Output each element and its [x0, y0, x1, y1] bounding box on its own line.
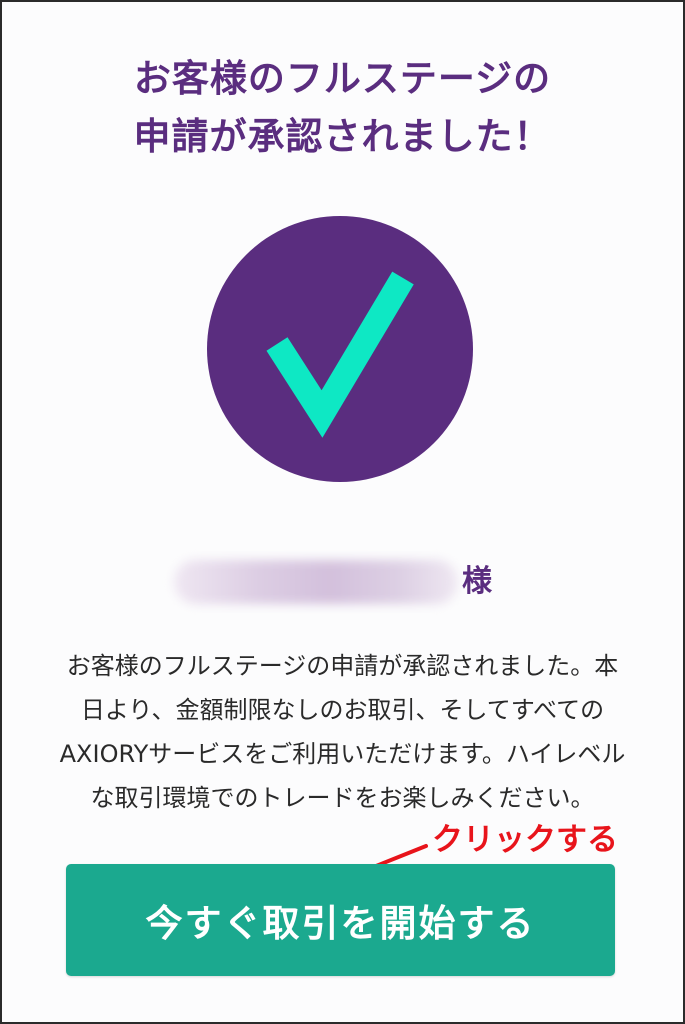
click-annotation: クリックする — [432, 822, 618, 858]
approval-message-line-1: お客様のフルステージの申請が承認されました。本 — [66, 652, 619, 680]
start-trading-button[interactable]: 今すぐ取引を開始する — [66, 864, 615, 976]
approval-message-line-2: 日より、金額制限なしのお取引、そしてすべての — [80, 696, 605, 724]
checkmark-icon — [207, 216, 473, 482]
approval-screen: お客様のフルステージの 申請が承認されました！ 様 お客様のフルステージの申請が… — [0, 0, 685, 1024]
approval-message-line-4: な取引環境でのトレードをお楽しみください。 — [90, 784, 595, 812]
honorific-suffix: 様 — [462, 564, 492, 599]
approval-message-line-3: AXIORYサービスをご利用いただけます。ハイレベル — [59, 740, 626, 768]
account-name-redacted — [174, 560, 458, 604]
page-title-line-1: お客様のフルステージの — [133, 57, 552, 100]
account-name-row: 様 — [2, 554, 683, 610]
approval-message: お客様のフルステージの申請が承認されました。本 日より、金額制限なしのお取引、そ… — [2, 644, 683, 820]
page-title: お客様のフルステージの 申請が承認されました！ — [2, 50, 683, 166]
approval-status — [207, 216, 473, 482]
page-title-line-2: 申請が承認されました！ — [133, 115, 552, 158]
